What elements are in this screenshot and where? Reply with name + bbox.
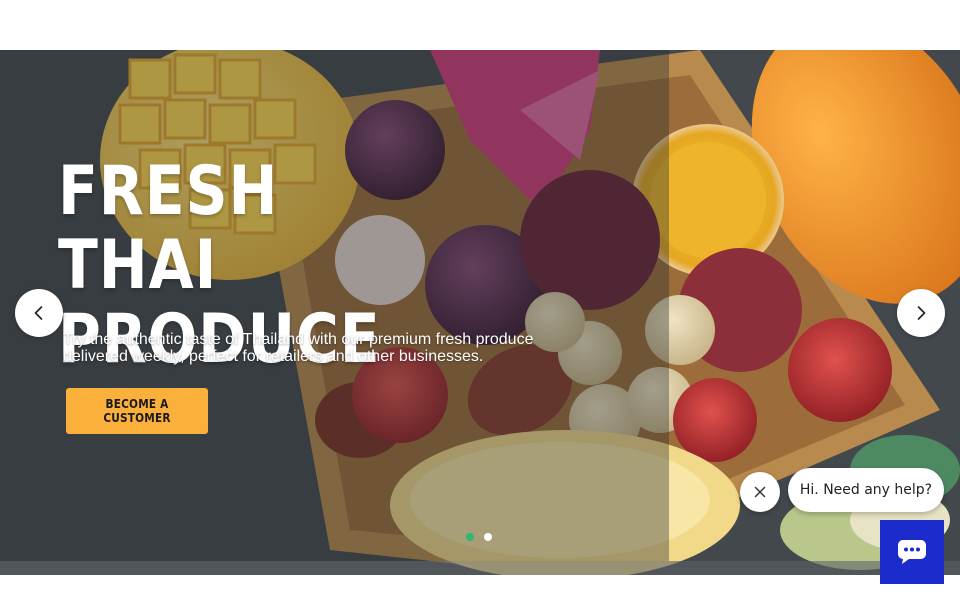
chat-bubble-icon <box>898 540 926 564</box>
carousel-pagination <box>466 533 492 541</box>
site-header <box>0 0 960 50</box>
chat-greeting-bubble[interactable]: Hi. Need any help? <box>788 468 944 512</box>
chevron-right-icon <box>917 306 926 320</box>
carousel-prev-button[interactable] <box>15 289 63 337</box>
chat-greeting-text: Hi. Need any help? <box>799 482 933 498</box>
hero-description: Try the authentic taste of Thailand with… <box>63 331 534 365</box>
close-icon <box>754 486 766 498</box>
carousel-dot-2[interactable] <box>484 533 492 541</box>
chevron-left-icon <box>34 306 43 320</box>
hero-title-line-1: FRESH THAI <box>58 152 279 305</box>
page-content-start <box>0 575 960 600</box>
carousel-dot-1[interactable] <box>466 533 474 541</box>
become-customer-button[interactable]: BECOME A CUSTOMER <box>66 388 208 434</box>
become-customer-label: BECOME A CUSTOMER <box>103 397 171 425</box>
carousel-next-button[interactable] <box>897 289 945 337</box>
chat-dismiss-button[interactable] <box>740 472 780 512</box>
chat-launcher-button[interactable] <box>880 520 944 584</box>
